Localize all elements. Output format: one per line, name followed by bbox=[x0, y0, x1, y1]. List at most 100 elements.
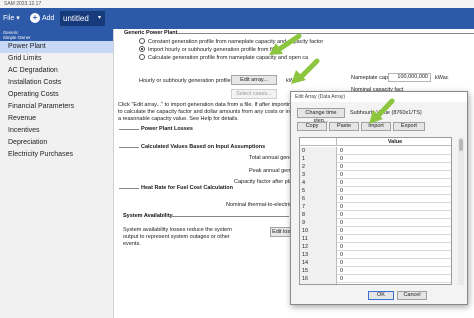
table-row[interactable]: 70 bbox=[300, 203, 451, 211]
value-column-header: Value bbox=[387, 139, 403, 145]
sidebar-item-incentives[interactable]: Incentives bbox=[0, 125, 113, 137]
add-case-button[interactable]: + Add bbox=[30, 12, 58, 26]
file-menu-label: File bbox=[3, 15, 15, 22]
value-cell[interactable]: 0 bbox=[338, 179, 451, 187]
value-cell[interactable]: 0 bbox=[338, 275, 451, 283]
sidebar-item-revenue[interactable]: Revenue bbox=[0, 113, 113, 125]
table-row[interactable]: 60 bbox=[300, 195, 451, 203]
grid-corner-cell bbox=[300, 138, 337, 146]
table-row[interactable]: 90 bbox=[300, 219, 451, 227]
row-index-cell: 16 bbox=[300, 275, 337, 283]
plant-losses-title: Power Plant Losses bbox=[141, 126, 193, 132]
sidebar-item-electricity-purchases[interactable]: Electricity Purchases bbox=[0, 149, 113, 161]
change-time-step-button[interactable]: Change time step... bbox=[297, 108, 345, 124]
value-cell[interactable]: 0 bbox=[338, 219, 451, 227]
sidebar-item-depreciation[interactable]: Depreciation bbox=[0, 137, 113, 149]
table-row[interactable]: 170 bbox=[300, 283, 451, 284]
table-row[interactable]: 40 bbox=[300, 179, 451, 187]
paste-button[interactable]: Paste bbox=[329, 122, 359, 131]
system-availability-title: System Availability bbox=[123, 213, 173, 219]
table-row[interactable]: 20 bbox=[300, 163, 451, 171]
table-row[interactable]: 00 bbox=[300, 147, 451, 155]
value-cell[interactable]: 0 bbox=[338, 211, 451, 219]
value-cell[interactable]: 0 bbox=[338, 147, 451, 155]
table-row[interactable]: 50 bbox=[300, 187, 451, 195]
table-row[interactable]: 16 0 bbox=[300, 275, 451, 283]
value-cell[interactable]: 0 bbox=[338, 195, 451, 203]
radio-import-profile[interactable]: Import hourly or subhourly generation pr… bbox=[139, 45, 278, 54]
value-cell[interactable]: 0 bbox=[338, 163, 451, 171]
sidebar-item-operating-costs[interactable]: Operating Costs bbox=[0, 89, 113, 101]
radio-button-selected[interactable] bbox=[139, 45, 145, 52]
copy-button[interactable]: Copy bbox=[297, 122, 327, 131]
ok-button[interactable]: OK bbox=[368, 291, 394, 300]
value-cell[interactable]: 0 bbox=[338, 171, 451, 179]
row-index-cell: 6 bbox=[300, 195, 337, 203]
value-cell[interactable]: 0 bbox=[338, 243, 451, 251]
hourly-profile-label: Hourly or subhourly generation profile bbox=[139, 78, 231, 84]
plus-icon: + bbox=[30, 13, 40, 24]
capacity-factor-label: Capacity factor after plant bbox=[234, 179, 297, 185]
calculated-values-title: Calculated Values Based on Input Assumpt… bbox=[141, 144, 266, 150]
table-row[interactable]: 80 bbox=[300, 211, 451, 219]
grid-scrollbar[interactable] bbox=[458, 137, 464, 285]
table-row[interactable]: 11 0 bbox=[300, 235, 451, 243]
sidebar-item-financial-parameters[interactable]: Financial Parameters bbox=[0, 101, 113, 113]
edit-array-button[interactable]: Edit array... bbox=[231, 75, 277, 85]
annotation-arrow-icon bbox=[269, 33, 302, 55]
availability-help-line-3: events. bbox=[123, 241, 141, 247]
sidebar-item-grid-limits[interactable]: Grid Limits bbox=[0, 53, 113, 65]
radio-import-label: Import hourly or subhourly generation pr… bbox=[148, 47, 278, 53]
scrollbar-thumb[interactable] bbox=[459, 139, 463, 151]
row-index-cell: 2 bbox=[300, 163, 337, 171]
section-divider bbox=[119, 147, 139, 148]
table-row[interactable]: 13 0 bbox=[300, 251, 451, 259]
row-index-cell: 3 bbox=[300, 171, 337, 179]
nameplate-capacity-unit: kWac bbox=[435, 75, 449, 81]
export-button[interactable]: Export bbox=[393, 122, 425, 131]
file-menu-button[interactable]: File ▾ bbox=[3, 13, 29, 25]
section-divider bbox=[169, 216, 289, 217]
radio-button[interactable] bbox=[139, 53, 145, 60]
row-index-cell: 12 bbox=[300, 243, 337, 251]
value-cell[interactable]: 0 bbox=[338, 235, 451, 243]
value-cell[interactable]: 0 bbox=[338, 283, 451, 284]
radio-button[interactable] bbox=[139, 37, 145, 44]
sidebar-item-installation-costs[interactable]: Installation Costs bbox=[0, 77, 113, 89]
value-cell[interactable]: 0 bbox=[338, 155, 451, 163]
chevron-down-icon: ▾ bbox=[97, 15, 101, 21]
select-cases-button[interactable]: Select cases... bbox=[231, 89, 277, 99]
value-cell[interactable]: 0 bbox=[338, 251, 451, 259]
row-index-cell: 7 bbox=[300, 203, 337, 211]
value-cell[interactable]: 0 bbox=[338, 187, 451, 195]
value-cell[interactable]: 0 bbox=[338, 267, 451, 275]
sidebar-item-ac-degradation[interactable]: AC Degradation bbox=[0, 65, 113, 77]
value-cell[interactable]: 0 bbox=[338, 203, 451, 211]
nameplate-capacity-field[interactable]: 100,000,000 bbox=[388, 73, 431, 82]
data-grid[interactable]: Value 0 0 1 0 2 0 3 0 4 0 5 0 6 0 7 0 8 0 9 0 10 0 11 0 12 0 13 0 14… bbox=[299, 137, 452, 285]
table-row[interactable]: 10 0 bbox=[300, 227, 451, 235]
row-index-cell: 8 bbox=[300, 211, 337, 219]
help-text-line-1: Click "Edit array..." to import generati… bbox=[118, 102, 298, 108]
row-index-cell: 10 bbox=[300, 227, 337, 235]
generic-power-plant-title: Generic Power Plant bbox=[124, 30, 178, 36]
row-index-cell: 0 bbox=[300, 147, 337, 155]
help-text-line-3: a reasonable capacity value. See Help fo… bbox=[118, 116, 239, 122]
case-tab-label: untitled bbox=[63, 14, 89, 23]
cancel-button[interactable]: Cancel bbox=[397, 291, 427, 300]
value-cell[interactable]: 0 bbox=[338, 259, 451, 267]
sidebar-item-power-plant[interactable]: Power Plant bbox=[0, 41, 113, 53]
configuration-banner[interactable]: Generic Simple Owner bbox=[0, 29, 113, 41]
availability-help-line-2: output to represent system outages or ot… bbox=[123, 234, 230, 240]
table-row[interactable]: 14 0 bbox=[300, 259, 451, 267]
annotation-arrow-icon bbox=[369, 98, 395, 124]
table-row[interactable]: 15 0 bbox=[300, 267, 451, 275]
section-divider bbox=[177, 33, 474, 34]
value-cell[interactable]: 0 bbox=[338, 227, 451, 235]
case-tab-untitled[interactable]: untitled ▾ bbox=[60, 11, 105, 26]
heat-rate-title: Heat Rate for Fuel Cost Calculation bbox=[141, 185, 233, 191]
table-row[interactable]: 12 0 bbox=[300, 243, 451, 251]
table-row[interactable]: 10 bbox=[300, 155, 451, 163]
table-row[interactable]: 30 bbox=[300, 171, 451, 179]
chevron-down-icon: ▾ bbox=[16, 15, 20, 22]
